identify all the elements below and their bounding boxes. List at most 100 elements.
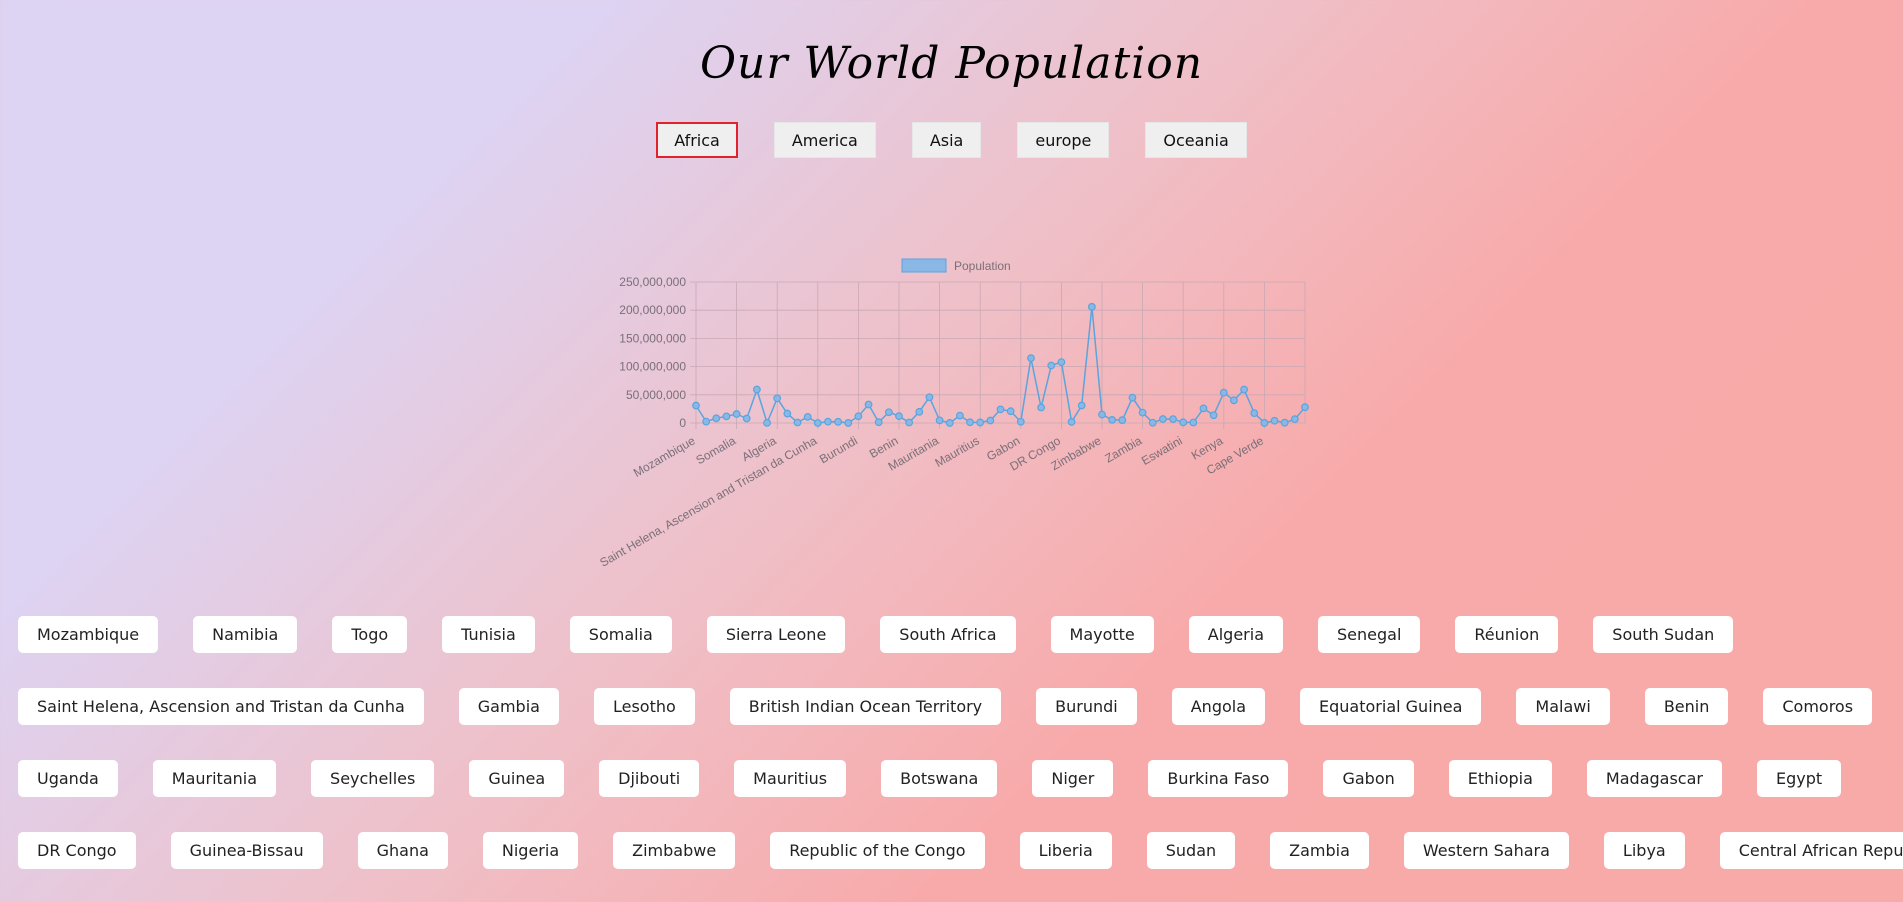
data-point [1230,396,1238,405]
data-point [1148,418,1157,427]
country-button-mauritius[interactable]: Mauritius [734,760,847,797]
data-point [1047,361,1056,370]
country-button-south-africa[interactable]: South Africa [880,616,1016,653]
region-button-europe[interactable]: europe [1017,122,1110,158]
data-point [824,417,832,426]
region-button-africa[interactable]: Africa [656,122,738,158]
data-point [1108,415,1117,424]
country-button-libya[interactable]: Libya [1603,832,1685,869]
data-point [1159,415,1167,423]
x-tick-label: Burundi [817,433,860,466]
x-tick-label: Mozambique [631,433,698,480]
country-button-niger[interactable]: Niger [1032,760,1114,797]
country-button-lesotho[interactable]: Lesotho [593,688,695,725]
data-point [752,385,761,394]
country-button-guinea[interactable]: Guinea [469,760,565,797]
data-point [1169,415,1177,424]
country-button-ethiopia[interactable]: Ethiopia [1448,760,1552,797]
data-point [956,411,964,420]
country-button-uganda[interactable]: Uganda [18,760,118,797]
data-point [895,412,903,421]
country-button-gabon[interactable]: Gabon [1323,760,1414,797]
country-row: DR Congo Guinea-Bissau Ghana Nigeria Zimbabw… [18,832,1903,869]
data-point [1087,302,1096,311]
country-button-senegal[interactable]: Senegal [1318,616,1421,653]
y-tick-label: 200,000,000 [619,303,686,317]
country-button-tunisia[interactable]: Tunisia [442,616,535,653]
country-button-sierra-leone[interactable]: Sierra Leone [706,616,846,653]
data-point [1067,418,1076,426]
country-row: Mozambique Namibia Togo Tunisia Somalia Sierr… [18,616,1734,653]
country-button-djibouti[interactable]: Djibouti [599,760,700,797]
region-button-asia[interactable]: Asia [911,122,982,158]
data-point [793,418,802,427]
country-button-algeria[interactable]: Algeria [1188,616,1283,653]
country-button-comoros[interactable]: Comoros [1763,688,1873,725]
data-point [813,419,822,427]
x-tick-label: Somalia [694,433,739,467]
country-button-togo[interactable]: Togo [332,616,408,653]
country-button-british-indian-ocean-territory[interactable]: British Indian Ocean Territory [729,688,1002,725]
region-button-oceania[interactable]: Oceania [1145,122,1247,158]
data-point [783,409,792,418]
data-point [834,417,843,426]
data-point [996,405,1005,414]
country-button-madagascar[interactable]: Madagascar [1586,760,1722,797]
country-button-equatorial-guinea[interactable]: Equatorial Guinea [1300,688,1482,725]
country-button-zimbabwe[interactable]: Zimbabwe [613,832,736,869]
data-point [905,418,914,427]
data-point [1037,403,1046,412]
data-point [1138,408,1147,417]
country-button-sudan[interactable]: Sudan [1146,832,1236,869]
country-button-angola[interactable]: Angola [1171,688,1266,725]
country-button-mozambique[interactable]: Mozambique [18,616,159,653]
country-button-namibia[interactable]: Namibia [193,616,298,653]
country-button-central-african-republic[interactable]: Central African Republic [1719,832,1903,869]
y-tick-label: 250,000,000 [619,275,686,289]
country-button-dr-congo[interactable]: DR Congo [18,832,136,869]
country-button-south-sudan[interactable]: South Sudan [1593,616,1734,653]
country-button-gambia[interactable]: Gambia [458,688,559,725]
y-tick-label: 100,000,000 [619,360,686,374]
country-button-nigeria[interactable]: Nigeria [482,832,579,869]
country-button-r-union[interactable]: Réunion [1455,616,1559,653]
data-point [773,394,782,403]
data-point [1016,417,1025,426]
data-point [722,412,731,421]
country-button-zambia[interactable]: Zambia [1270,832,1369,869]
country-button-malawi[interactable]: Malawi [1516,688,1610,725]
data-point [702,417,711,426]
country-button-saint-helena-ascension-and-tristan-da-cunha[interactable]: Saint Helena, Ascension and Tristan da C… [18,688,424,725]
country-button-guinea-bissau[interactable]: Guinea-Bissau [170,832,323,869]
country-button-western-sahara[interactable]: Western Sahara [1403,832,1569,869]
data-point [864,400,873,409]
data-point [803,412,812,421]
country-button-somalia[interactable]: Somalia [569,616,672,653]
country-button-benin[interactable]: Benin [1644,688,1729,725]
data-point [976,418,985,427]
region-button-america[interactable]: America [773,122,876,158]
country-button-burkina-faso[interactable]: Burkina Faso [1148,760,1289,797]
country-button-republic-of-the-congo[interactable]: Republic of the Congo [770,832,985,869]
y-tick-label: 50,000,000 [626,388,686,402]
country-button-ghana[interactable]: Ghana [357,832,448,869]
data-point [1077,401,1086,410]
country-button-mauritania[interactable]: Mauritania [152,760,277,797]
data-point [742,414,751,423]
data-point [966,418,974,427]
country-button-seychelles[interactable]: Seychelles [311,760,435,797]
country-button-liberia[interactable]: Liberia [1019,832,1112,869]
data-point [1270,416,1279,425]
country-button-mayotte[interactable]: Mayotte [1050,616,1154,653]
data-point [1027,354,1035,363]
country-button-botswana[interactable]: Botswana [881,760,998,797]
data-point [1240,385,1248,394]
country-button-burundi[interactable]: Burundi [1036,688,1137,725]
country-button-egypt[interactable]: Egypt [1756,760,1842,797]
data-point [1260,419,1269,427]
data-point [1098,410,1106,419]
population-chart: Population 250,000,000 200,000,000 150,000,… [600,250,1320,595]
data-point [986,416,995,425]
data-point [1118,416,1127,425]
x-tick-label: Eswatini [1139,433,1185,467]
